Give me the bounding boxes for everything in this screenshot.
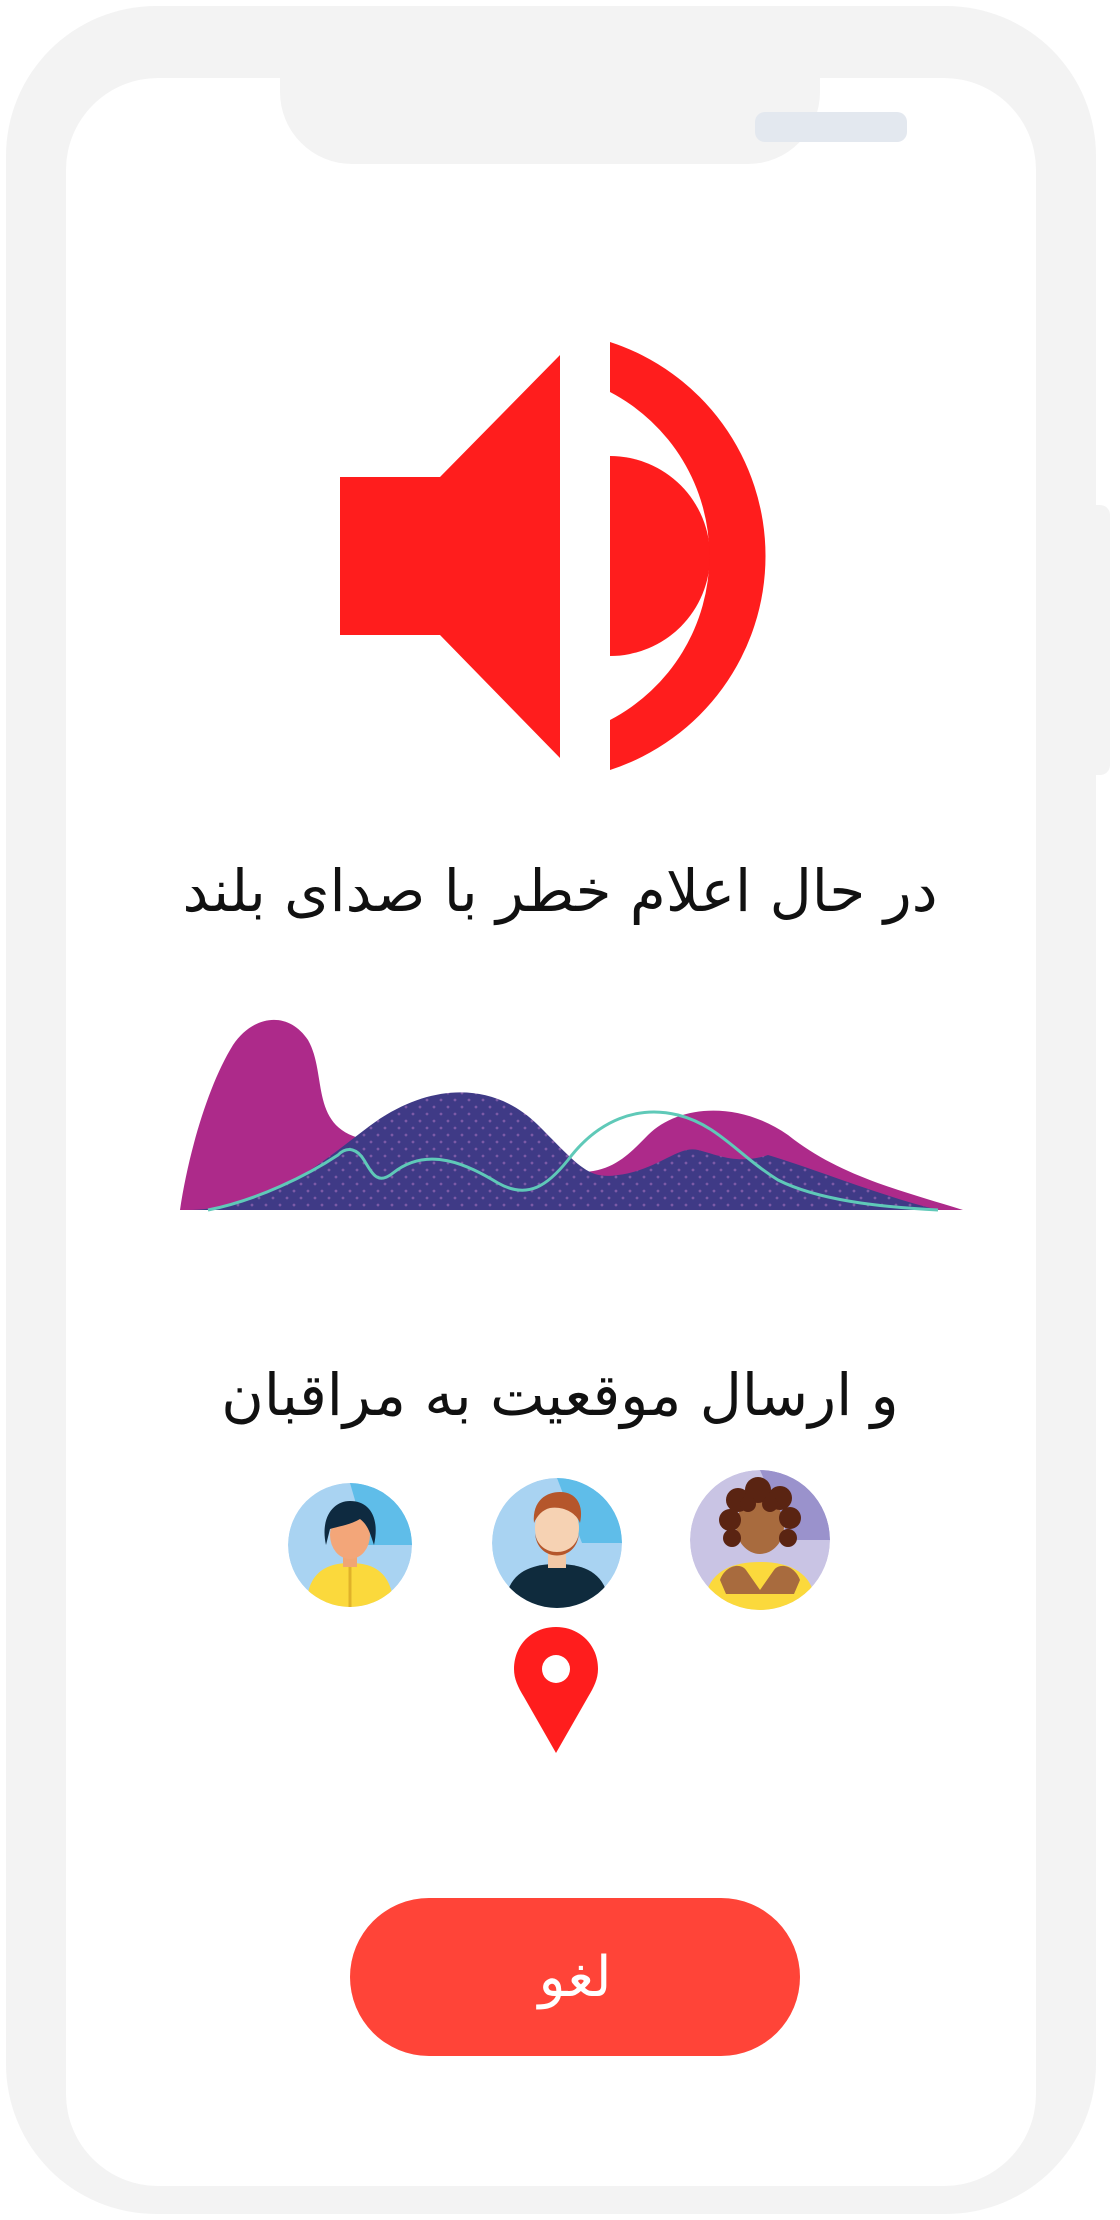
alert-message: در حال اعلام خطر با صدای بلند <box>182 857 938 925</box>
avatar-woman-short-hair-icon <box>288 1483 412 1607</box>
location-message: و ارسال موقعیت به مراقبان <box>221 1361 899 1429</box>
earpiece-slot <box>755 112 907 142</box>
cancel-button[interactable]: لغو <box>350 1898 800 2056</box>
audio-waveform-icon <box>180 1019 963 1212</box>
phone-side-button <box>1090 505 1110 775</box>
caregivers-row <box>0 1470 1120 1620</box>
phone-notch <box>280 40 907 164</box>
speaker-volume-icon <box>340 342 766 770</box>
avatar-man-beard-icon <box>492 1478 622 1608</box>
avatar-woman-curly-hair-icon <box>690 1470 830 1610</box>
speaker-body <box>340 355 560 758</box>
cancel-button-label: لغو <box>538 1944 612 2010</box>
inner-sound-arc <box>610 456 710 656</box>
location-pin-icon <box>514 1627 598 1753</box>
